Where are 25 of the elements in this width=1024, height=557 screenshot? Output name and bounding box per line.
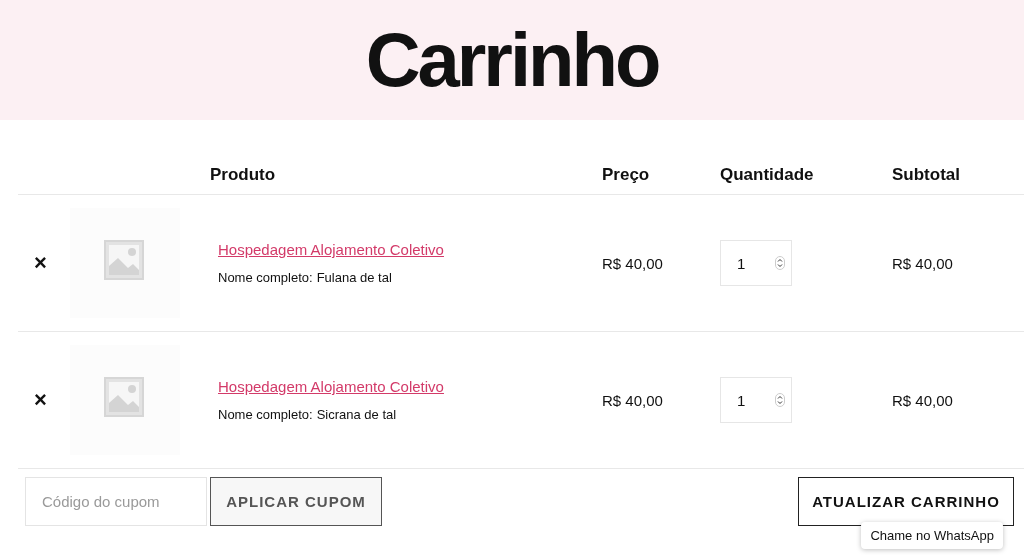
- coupon-field[interactable]: Código do cupom: [25, 477, 207, 526]
- update-cart-button[interactable]: ATUALIZAR CARRINHO: [798, 477, 1014, 526]
- column-header: Produto: [210, 165, 277, 185]
- product-link[interactable]: Hospedagem Alojamento Coletivo: [218, 378, 602, 395]
- meta-label: Nome completo:: [218, 407, 313, 422]
- meta-value: Fulana de tal: [316, 270, 392, 285]
- price-text: R$ 40,00: [602, 254, 664, 272]
- column-header: Preço: [602, 165, 651, 185]
- meta-value: Sicrana de tal: [316, 407, 397, 422]
- meta-label: Nome completo:: [218, 270, 313, 285]
- quantity-field[interactable]: 1: [720, 377, 792, 423]
- column-header: Quantidade: [720, 165, 815, 185]
- column-header: Subtotal: [892, 165, 961, 185]
- apply-coupon-button[interactable]: APLICAR CUPOM: [210, 477, 382, 526]
- subtotal-text: R$ 40,00: [892, 391, 954, 409]
- spinner-icon[interactable]: [775, 393, 785, 407]
- product-link[interactable]: Hospedagem Alojamento Coletivo: [218, 241, 602, 258]
- price-text: R$ 40,00: [602, 391, 664, 409]
- spinner-icon[interactable]: [775, 256, 785, 270]
- whatsapp-tooltip[interactable]: Chame no WhatsApp: [861, 522, 1003, 549]
- subtotal-text: R$ 40,00: [892, 254, 954, 272]
- remove-button[interactable]: ×: [34, 252, 47, 274]
- remove-button[interactable]: ×: [34, 389, 47, 411]
- page-title: Carrinho: [365, 22, 659, 98]
- quantity-field[interactable]: 1: [720, 240, 792, 286]
